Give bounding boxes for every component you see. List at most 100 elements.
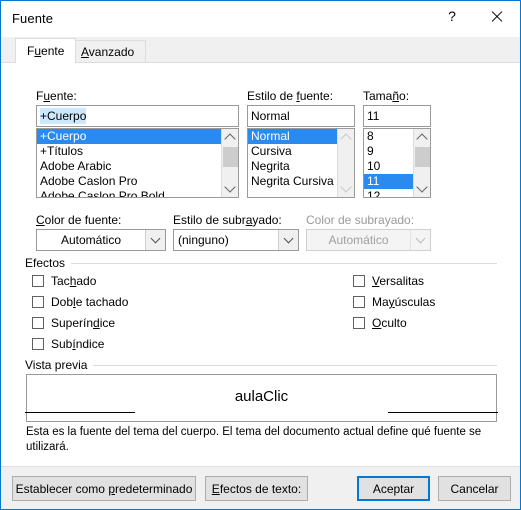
- font-preview-box: aulaClic: [25, 374, 498, 422]
- font-size-list-scrollbar[interactable]: [413, 129, 430, 197]
- set-as-default-label: Establecer como predeterminado: [15, 481, 193, 496]
- list-item[interactable]: 8: [364, 129, 413, 144]
- list-item[interactable]: 12: [364, 189, 413, 197]
- font-style-label: Estilo de fuente:: [247, 89, 334, 103]
- chevron-up-icon: [340, 133, 352, 145]
- checkbox-box[interactable]: [353, 275, 365, 287]
- checkbox-superindice[interactable]: Superíndice: [32, 316, 115, 330]
- font-style-list[interactable]: Normal Cursiva Negrita Negrita Cursiva: [247, 128, 355, 198]
- checkbox-label: Mayúsculas: [372, 295, 436, 309]
- checkbox-mayusculas[interactable]: Mayúsculas: [353, 295, 435, 309]
- ok-button[interactable]: Aceptar: [357, 476, 430, 501]
- scrollbar-thumb[interactable]: [223, 147, 238, 167]
- list-item[interactable]: 10: [364, 159, 413, 174]
- set-as-default-button[interactable]: Establecer como predeterminado: [12, 476, 196, 501]
- font-list-items: +Cuerpo +Títulos Adobe Arabic Adobe Casl…: [37, 129, 221, 197]
- font-style-list-scrollbar[interactable]: [337, 129, 354, 197]
- font-list[interactable]: +Cuerpo +Títulos Adobe Arabic Adobe Casl…: [36, 128, 239, 198]
- scroll-up-button[interactable]: [222, 129, 238, 146]
- chevron-down-icon: [416, 181, 428, 193]
- font-tab-panel: Fuente: Estilo de fuente: Tamaño: +Cuerp…: [1, 62, 520, 467]
- underline-color-combo: Automático: [306, 229, 431, 251]
- help-button[interactable]: ?: [432, 1, 472, 31]
- underline-style-dropdown-button[interactable]: [278, 230, 298, 250]
- checkbox-versalitas[interactable]: Versalitas: [353, 274, 424, 288]
- font-style-list-items: Normal Cursiva Negrita Negrita Cursiva: [248, 129, 337, 197]
- font-size-input[interactable]: 11: [363, 105, 431, 127]
- ok-label: Aceptar: [372, 481, 415, 496]
- preview-sample-text: aulaClic: [234, 387, 289, 405]
- checkbox-box[interactable]: [32, 317, 44, 329]
- scroll-down-button[interactable]: [222, 180, 238, 197]
- font-color-combo[interactable]: Automático: [36, 229, 166, 251]
- preview-group-title: Vista previa: [25, 358, 94, 372]
- list-item[interactable]: Negrita: [248, 159, 337, 174]
- checkbox-doble-tachado[interactable]: Doble tachado: [32, 295, 128, 309]
- list-item[interactable]: Adobe Arabic: [37, 159, 221, 174]
- checkbox-subindice[interactable]: Subíndice: [32, 337, 104, 351]
- scroll-down-button[interactable]: [414, 180, 430, 197]
- checkbox-tachado[interactable]: Tachado: [32, 274, 96, 288]
- font-label: Fuente:: [36, 89, 77, 103]
- checkbox-box[interactable]: [32, 275, 44, 287]
- list-item[interactable]: +Títulos: [37, 144, 221, 159]
- checkbox-label: Tachado: [51, 274, 97, 288]
- font-color-dropdown-button[interactable]: [145, 230, 165, 250]
- list-item[interactable]: Adobe Caslon Pro Bold: [37, 189, 221, 197]
- font-name-input[interactable]: +Cuerpo: [36, 105, 239, 127]
- tab-fuente[interactable]: Fuente: [15, 38, 77, 63]
- chevron-down-icon: [283, 233, 294, 244]
- scroll-up-button[interactable]: [414, 129, 430, 146]
- scroll-up-button[interactable]: [338, 129, 354, 146]
- list-item[interactable]: Adobe Caslon Pro: [37, 174, 221, 189]
- tab-avanzado[interactable]: Avanzado: [69, 40, 147, 63]
- underline-color-value: Automático: [328, 233, 389, 247]
- scrollbar-thumb[interactable]: [415, 147, 430, 167]
- font-name-value: +Cuerpo: [40, 108, 87, 124]
- checkbox-label: Versalitas: [372, 274, 425, 288]
- font-description: Esta es la fuente del tema del cuerpo. E…: [26, 426, 482, 453]
- list-item[interactable]: Cursiva: [248, 144, 337, 159]
- font-style-input[interactable]: Normal: [247, 105, 355, 127]
- font-color-label: Color de fuente:: [36, 213, 122, 227]
- font-size-list[interactable]: 8 9 10 11 12: [363, 128, 431, 198]
- chevron-down-icon: [415, 233, 426, 244]
- font-list-scrollbar[interactable]: [221, 129, 238, 197]
- checkbox-box[interactable]: [32, 296, 44, 308]
- close-icon: [490, 10, 503, 23]
- font-size-label: Tamaño:: [363, 89, 410, 103]
- cancel-button[interactable]: Cancelar: [438, 476, 511, 501]
- list-item[interactable]: Negrita Cursiva: [248, 174, 337, 189]
- cancel-label: Cancelar: [450, 481, 499, 496]
- list-item[interactable]: Normal: [248, 129, 337, 144]
- text-effects-button[interactable]: Efectos de texto:: [205, 476, 308, 501]
- scroll-down-button[interactable]: [338, 180, 354, 197]
- list-item[interactable]: 11: [364, 174, 413, 189]
- list-item[interactable]: +Cuerpo: [37, 129, 221, 144]
- chevron-down-icon: [150, 233, 161, 244]
- list-item[interactable]: 9: [364, 144, 413, 159]
- chevron-up-icon: [416, 133, 428, 145]
- tab-avanzado-label: Avanzado: [81, 45, 135, 59]
- dialog-title: Fuente: [12, 11, 54, 26]
- checkbox-box[interactable]: [353, 317, 365, 329]
- close-button[interactable]: [476, 1, 516, 31]
- font-color-value: Automático: [60, 233, 122, 247]
- underline-color-label: Color de subrayado:: [306, 213, 415, 227]
- dialog-footer: Establecer como predeterminado Efectos d…: [1, 466, 520, 509]
- tab-fuente-label: Fuente: [27, 44, 65, 58]
- chevron-down-icon: [224, 181, 236, 193]
- checkbox-box[interactable]: [353, 296, 365, 308]
- checkbox-box[interactable]: [32, 338, 44, 350]
- title-bar: Fuente ?: [1, 1, 520, 38]
- chevron-up-icon: [224, 133, 236, 145]
- underline-style-combo[interactable]: (ninguno): [173, 229, 299, 251]
- text-effects-label: Efectos de texto:: [211, 481, 302, 496]
- checkbox-label: Doble tachado: [51, 295, 129, 309]
- chevron-down-icon: [340, 181, 352, 193]
- font-size-list-items: 8 9 10 11 12: [364, 129, 413, 197]
- question-mark-icon: ?: [448, 8, 456, 24]
- checkbox-oculto[interactable]: Oculto: [353, 316, 407, 330]
- font-style-value: Normal: [251, 109, 290, 123]
- underline-style-value: (ninguno): [178, 233, 229, 247]
